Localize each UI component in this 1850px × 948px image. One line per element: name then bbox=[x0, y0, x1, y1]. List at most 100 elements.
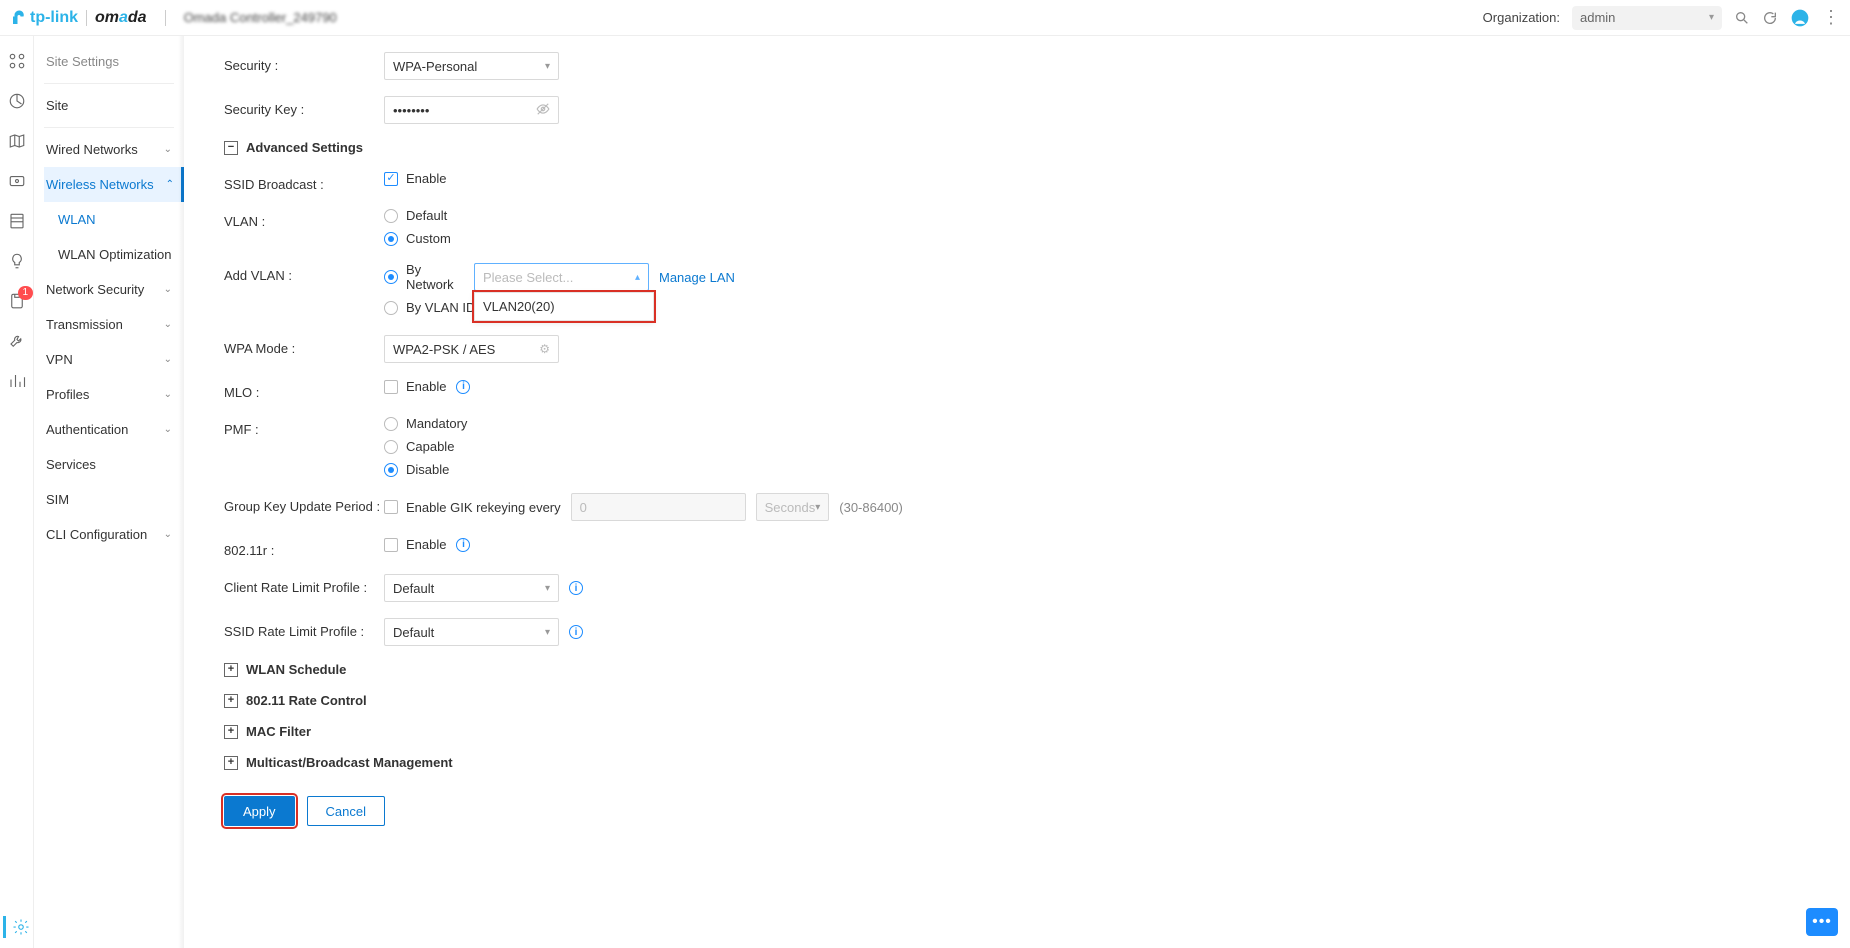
option-label: Disable bbox=[406, 462, 449, 477]
omada-logo: omada bbox=[95, 9, 147, 27]
sidebar-label: Authentication bbox=[46, 422, 128, 437]
sidebar-item-cli-configuration[interactable]: CLI Configuration ⌄ bbox=[44, 517, 174, 552]
sidebar-item-sim[interactable]: SIM bbox=[44, 482, 174, 517]
vlan-custom-radio[interactable]: Custom bbox=[384, 231, 451, 246]
rail-tools-icon[interactable] bbox=[8, 332, 26, 350]
rail-settings-icon[interactable] bbox=[3, 916, 30, 938]
security-key-input[interactable]: •••••••• bbox=[384, 96, 559, 124]
chevron-down-icon: ⌄ bbox=[164, 424, 172, 435]
apply-button[interactable]: Apply bbox=[224, 796, 295, 826]
ssid-rate-limit-select[interactable]: Default ▾ bbox=[384, 618, 559, 646]
sidebar-item-transmission[interactable]: Transmission⌄ bbox=[44, 307, 174, 342]
sidebar-sub-wlan-optimization[interactable]: WLAN Optimization bbox=[44, 237, 174, 272]
by-network-radio[interactable]: By Network bbox=[384, 262, 464, 292]
sidebar-item-authentication[interactable]: Authentication ⌄ bbox=[44, 412, 174, 447]
refresh-icon[interactable] bbox=[1762, 10, 1778, 26]
sidebar-item-services[interactable]: Services bbox=[44, 447, 174, 482]
info-icon[interactable]: i bbox=[456, 380, 470, 394]
wpa-mode-select[interactable]: WPA2-PSK / AES ⚙ bbox=[384, 335, 559, 363]
radio-icon bbox=[384, 463, 398, 477]
sidebar-item-wireless-networks[interactable]: Wireless Networks ⌃ bbox=[44, 167, 184, 202]
pmf-disable-radio[interactable]: Disable bbox=[384, 462, 467, 477]
pmf-label: PMF : bbox=[224, 416, 384, 437]
tplink-text: tp-link bbox=[30, 9, 78, 27]
rail-statistics-icon[interactable] bbox=[8, 92, 26, 110]
chevron-down-icon: ▾ bbox=[545, 61, 550, 72]
chevron-down-icon: ▾ bbox=[545, 627, 550, 638]
icon-rail: 1 bbox=[0, 36, 34, 948]
checkbox-icon bbox=[384, 172, 398, 186]
expand-icon: + bbox=[224, 725, 238, 739]
app-header: tp-link omada Omada Controller_249790 Or… bbox=[0, 0, 1850, 36]
vlan-default-radio[interactable]: Default bbox=[384, 208, 451, 223]
pmf-mandatory-radio[interactable]: Mandatory bbox=[384, 416, 467, 431]
sidebar-item-site[interactable]: Site bbox=[44, 88, 174, 123]
sidebar-label: CLI Configuration bbox=[46, 527, 147, 542]
user-avatar-icon[interactable] bbox=[1790, 8, 1810, 28]
wlan-schedule-toggle[interactable]: +WLAN Schedule bbox=[224, 662, 1850, 677]
eye-toggle-icon[interactable] bbox=[536, 102, 550, 119]
info-icon[interactable]: i bbox=[569, 581, 583, 595]
network-select-placeholder: Please Select... bbox=[483, 270, 573, 285]
logo-divider bbox=[86, 10, 87, 26]
cancel-button[interactable]: Cancel bbox=[307, 796, 385, 826]
gik-rekey-checkbox[interactable]: Enable GIK rekeying every bbox=[384, 500, 561, 515]
ssid-rate-limit-label: SSID Rate Limit Profile : bbox=[224, 618, 384, 639]
info-icon[interactable]: i bbox=[456, 538, 470, 552]
by-vlan-id-radio[interactable]: By VLAN ID bbox=[384, 300, 484, 315]
sidebar-label: Wireless Networks bbox=[46, 177, 154, 192]
rail-map-icon[interactable] bbox=[8, 132, 26, 150]
vlan-label: VLAN : bbox=[224, 208, 384, 229]
chevron-up-icon: ▴ bbox=[635, 272, 640, 283]
gik-unit-select: Seconds▾ bbox=[756, 493, 830, 521]
wlan-form: Security : WPA-Personal ▾ Security Key :… bbox=[184, 36, 1850, 948]
option-label: Mandatory bbox=[406, 416, 467, 431]
checkbox-icon bbox=[384, 380, 398, 394]
organization-label: Organization: bbox=[1483, 10, 1560, 25]
option-label: Default bbox=[406, 208, 447, 223]
expand-icon: + bbox=[224, 663, 238, 677]
rail-reports-icon[interactable] bbox=[8, 372, 26, 390]
enable-label: Enable bbox=[406, 379, 446, 394]
multicast-toggle[interactable]: +Multicast/Broadcast Management bbox=[224, 755, 1850, 770]
mac-filter-toggle[interactable]: +MAC Filter bbox=[224, 724, 1850, 739]
chevron-up-icon: ⌃ bbox=[166, 179, 174, 190]
chat-bubble-icon[interactable]: ••• bbox=[1806, 908, 1838, 936]
rail-logs-icon[interactable]: 1 bbox=[8, 292, 26, 310]
select-value: Default bbox=[393, 581, 434, 596]
sidebar-item-vpn[interactable]: VPN⌄ bbox=[44, 342, 174, 377]
search-icon[interactable] bbox=[1734, 10, 1750, 26]
rate-control-toggle[interactable]: +802.11 Rate Control bbox=[224, 693, 1850, 708]
chevron-down-icon: ⌄ bbox=[164, 319, 172, 330]
80211r-checkbox[interactable]: Enable bbox=[384, 537, 446, 552]
network-option-vlan20[interactable]: VLAN20(20) bbox=[475, 293, 653, 320]
manage-lan-link[interactable]: Manage LAN bbox=[659, 270, 735, 285]
sidebar-item-profiles[interactable]: Profiles⌄ bbox=[44, 377, 174, 412]
sidebar-sub-wlan[interactable]: WLAN bbox=[44, 202, 174, 237]
rail-devices-icon[interactable] bbox=[8, 172, 26, 190]
rail-insight-icon[interactable] bbox=[8, 252, 26, 270]
sidebar-item-network-security[interactable]: Network Security⌄ bbox=[44, 272, 174, 307]
network-select[interactable]: Please Select... ▴ bbox=[474, 263, 649, 291]
settings-sidebar: Site Settings Site Wired Networks⌄ Wirel… bbox=[34, 36, 184, 948]
rail-dashboard-icon[interactable] bbox=[8, 52, 26, 70]
info-icon[interactable]: i bbox=[569, 625, 583, 639]
advanced-settings-toggle[interactable]: − Advanced Settings bbox=[224, 140, 1850, 155]
chevron-down-icon: ⌄ bbox=[164, 144, 172, 155]
more-menu-icon[interactable]: ⋮ bbox=[1822, 7, 1840, 28]
ssid-broadcast-label: SSID Broadcast : bbox=[224, 171, 384, 192]
security-select[interactable]: WPA-Personal ▾ bbox=[384, 52, 559, 80]
ssid-broadcast-checkbox[interactable]: Enable bbox=[384, 171, 446, 186]
header-right: Organization: admin ▾ ⋮ bbox=[1483, 6, 1840, 30]
chevron-down-icon: ⌄ bbox=[164, 529, 172, 540]
pmf-capable-radio[interactable]: Capable bbox=[384, 439, 467, 454]
organization-select[interactable]: admin ▾ bbox=[1572, 6, 1722, 30]
sidebar-label: VPN bbox=[46, 352, 73, 367]
sidebar-item-wired-networks[interactable]: Wired Networks⌄ bbox=[44, 132, 174, 167]
select-value: Default bbox=[393, 625, 434, 640]
rail-clients-icon[interactable] bbox=[8, 212, 26, 230]
client-rate-limit-select[interactable]: Default▾ bbox=[384, 574, 559, 602]
wpa-mode-value: WPA2-PSK / AES bbox=[393, 342, 495, 357]
mlo-checkbox[interactable]: Enable bbox=[384, 379, 446, 394]
sidebar-label: Services bbox=[46, 457, 96, 472]
